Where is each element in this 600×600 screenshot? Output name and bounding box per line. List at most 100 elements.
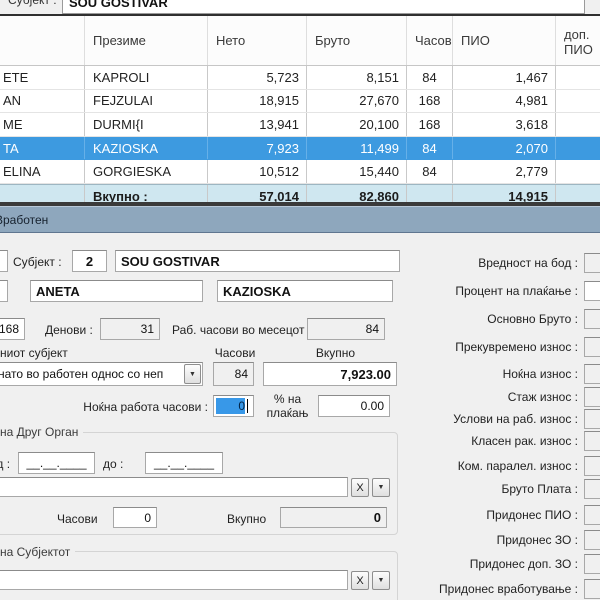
first-name-field[interactable]: ANETA xyxy=(30,280,203,302)
month-hours-value: 168 xyxy=(0,322,19,336)
right-panel-value-field[interactable] xyxy=(584,579,600,599)
night-pct-field[interactable]: 0.00 xyxy=(318,395,390,417)
col-header-hours: Часов xyxy=(406,16,452,65)
right-panel-label: Вредност на бод : xyxy=(410,256,578,270)
table-row[interactable]: ELINA GORGIESKA 10,512 15,440 84 2,779 xyxy=(0,160,600,184)
days-field[interactable]: 31 xyxy=(100,318,160,340)
table-header-row: Презиме Нето Бруто Часов ПИО доп. ПИО xyxy=(0,16,600,66)
cell-surname: FEJZULAI xyxy=(84,90,207,113)
col-header-name xyxy=(0,16,84,65)
work-hours-value: 84 xyxy=(366,322,379,336)
subject-label-top: Субјект : xyxy=(8,0,57,7)
right-panel-value-field[interactable] xyxy=(584,479,600,499)
work-relation-combobox-text: нато во работен однос со неп xyxy=(0,367,163,381)
date-to-input[interactable]: __.__.____ xyxy=(145,452,223,474)
right-panel-label: Придонес ЗО : xyxy=(410,533,578,547)
table-row[interactable]: ME DURMI{I 13,941 20,100 168 3,618 xyxy=(0,113,600,137)
date-from-label: од : xyxy=(0,457,10,471)
night-hours-value: 0 xyxy=(238,399,245,413)
other-total-value: 0 xyxy=(374,510,381,525)
right-panel-value-field[interactable] xyxy=(584,309,600,329)
right-panel-value-field[interactable] xyxy=(584,409,600,429)
right-panel-value-field[interactable] xyxy=(584,281,600,301)
month-hours-field[interactable]: 168 xyxy=(0,318,25,340)
right-panel-value-field[interactable] xyxy=(584,530,600,550)
right-panel-value-field[interactable] xyxy=(584,364,600,384)
table-row[interactable]: AN FEJZULAI 18,915 27,670 168 4,981 xyxy=(0,90,600,114)
cell-first-name: ME xyxy=(0,113,84,136)
work-hours-field[interactable]: 84 xyxy=(307,318,385,340)
table-row[interactable]: ETE KAPROLI 5,723 8,151 84 1,467 xyxy=(0,66,600,90)
cell-pio: 2,779 xyxy=(452,160,555,183)
right-panel-label: Ком. паралел. износ : xyxy=(410,459,578,473)
date-from-mask: __.__.____ xyxy=(26,456,86,470)
other-organ-combobox[interactable] xyxy=(0,477,348,497)
date-from-input[interactable]: __.__.____ xyxy=(18,452,95,474)
subject-name-field-top[interactable]: SOU GOSTIVAR xyxy=(62,0,585,14)
col-header-dop-pio: доп. ПИО xyxy=(555,16,600,65)
cell-bruto: 27,670 xyxy=(306,90,406,113)
main-total-field[interactable]: 7,923.00 xyxy=(263,362,397,386)
other-organ-clear-button[interactable]: X xyxy=(351,478,369,497)
right-panel-value-field[interactable] xyxy=(584,554,600,574)
subject-name-field[interactable]: SOU GOSTIVAR xyxy=(115,250,400,272)
cell-neto: 18,915 xyxy=(207,90,306,113)
right-panel-value-field[interactable] xyxy=(584,337,600,357)
night-hours-input[interactable]: 0 xyxy=(213,395,254,417)
work-relation-dropdown-button[interactable]: ▼ xyxy=(184,364,201,384)
subject-id-field[interactable]: 2 xyxy=(72,250,107,272)
right-panel-value-field[interactable] xyxy=(584,387,600,407)
right-panel-value-field[interactable] xyxy=(584,253,600,273)
clipped-field-left-1[interactable] xyxy=(0,250,8,272)
right-panel-value-field[interactable] xyxy=(584,505,600,525)
other-total-field[interactable]: 0 xyxy=(280,507,387,528)
cell-bruto: 11,499 xyxy=(306,137,406,160)
work-relation-combobox[interactable]: нато во работен однос со неп xyxy=(0,362,203,386)
other-hours-value: 0 xyxy=(144,511,151,525)
other-hours-input[interactable]: 0 xyxy=(113,507,157,528)
other-organ-dropdown-button[interactable]: ▼ xyxy=(372,478,390,497)
right-panel-value-field[interactable] xyxy=(584,431,600,451)
subject-label: Субјект : xyxy=(13,255,62,269)
last-name-field[interactable]: KAZIOSKA xyxy=(217,280,393,302)
main-total-value: 7,923.00 xyxy=(340,367,391,382)
employee-section-bar: Вработен xyxy=(0,206,600,233)
cell-bruto: 20,100 xyxy=(306,113,406,136)
subject-group-title: на Субјектот xyxy=(0,545,75,559)
subject-id-value: 2 xyxy=(86,254,93,269)
main-hours-field[interactable]: 84 xyxy=(213,362,254,386)
right-panel-label: Придонес ПИО : xyxy=(410,508,578,522)
clipped-field-left-2[interactable] xyxy=(0,280,8,302)
table-row-selected[interactable]: TA KAZIOSKA 7,923 11,499 84 2,070 xyxy=(0,137,600,161)
days-value: 31 xyxy=(141,322,154,336)
total-column-header: Вкупно xyxy=(303,346,368,360)
last-name-value: KAZIOSKA xyxy=(223,284,291,299)
cell-neto: 7,923 xyxy=(207,137,306,160)
main-subject-label-fragment: ниот субјект xyxy=(0,346,68,360)
cell-bruto: 8,151 xyxy=(306,66,406,89)
main-hours-value: 84 xyxy=(235,367,248,381)
payroll-app-window: Субјект : SOU GOSTIVAR Презиме Нето Брут… xyxy=(0,0,600,600)
subject-dropdown-button[interactable]: ▼ xyxy=(372,571,390,590)
right-panel-value-field[interactable] xyxy=(584,456,600,476)
right-panel-label: Процент на плаќање : xyxy=(410,284,578,298)
other-total-label: Вкупно xyxy=(227,512,266,526)
first-name-value: ANETA xyxy=(36,284,80,299)
chevron-down-icon: ▼ xyxy=(378,577,385,584)
cell-hours: 168 xyxy=(406,113,452,136)
days-label: Денови : xyxy=(45,323,93,337)
other-organ-group-title: на Друг Орган xyxy=(0,425,83,439)
subject-clear-button[interactable]: X xyxy=(351,571,369,590)
col-header-bruto: Бруто xyxy=(306,16,406,65)
cell-surname: DURMI{I xyxy=(84,113,207,136)
clear-x-icon: X xyxy=(356,482,363,494)
subject-name-value: SOU GOSTIVAR xyxy=(69,0,168,10)
cell-neto: 13,941 xyxy=(207,113,306,136)
cell-pio: 4,981 xyxy=(452,90,555,113)
subject-combobox[interactable] xyxy=(0,570,348,590)
night-hours-label: Ноќна работа часови : xyxy=(58,400,208,414)
right-panel-label: Ноќна износ : xyxy=(410,367,578,381)
cell-hours: 84 xyxy=(406,160,452,183)
cell-first-name: ELINA xyxy=(0,160,84,183)
employees-table: Презиме Нето Бруто Часов ПИО доп. ПИО ET… xyxy=(0,14,600,209)
